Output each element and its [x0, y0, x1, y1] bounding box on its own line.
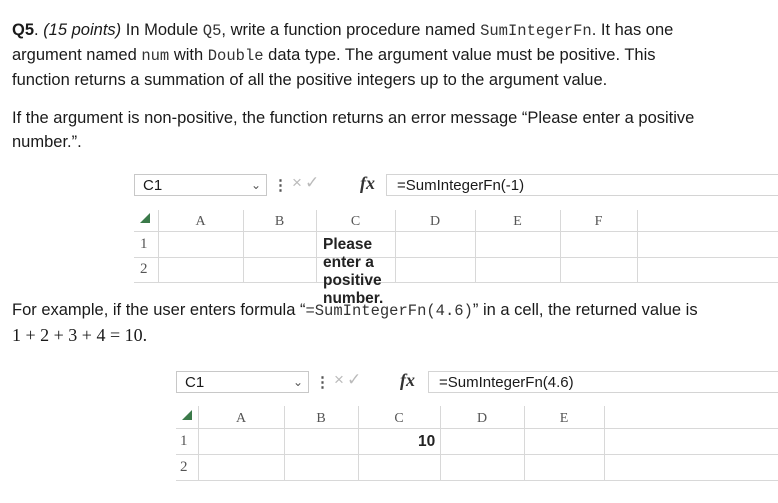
grid-line: [176, 480, 778, 481]
grid-line: [604, 406, 605, 480]
formula-bar[interactable]: =SumIntegerFn(4.6): [428, 371, 778, 393]
argument-name: num: [141, 47, 170, 65]
question-text: argument named: [12, 46, 142, 64]
example-math: 1 + 2 + 3 + 4 = 10.: [12, 325, 148, 345]
question-text: function returns a summation of all the …: [12, 71, 608, 89]
column-header-a[interactable]: A: [158, 214, 243, 230]
error-text: number.”.: [12, 133, 82, 151]
fx-icon[interactable]: fx: [360, 173, 375, 194]
question-points: (15 points): [43, 21, 122, 39]
question-text: . It has one: [591, 21, 674, 39]
column-header-e[interactable]: E: [524, 411, 604, 427]
example-text: ” in a cell, the returned value is: [472, 301, 698, 319]
chevron-down-icon[interactable]: ⌄: [293, 375, 303, 389]
column-header-c[interactable]: C: [316, 214, 395, 230]
column-header-c[interactable]: C: [358, 411, 440, 427]
example-text: For example, if the user enters formula …: [12, 301, 306, 319]
function-name: SumIntegerFn: [480, 22, 592, 40]
example-formula: =SumIntegerFn(4.6): [305, 302, 473, 320]
question-label: Q5: [12, 21, 35, 39]
question-paragraph: Q5. (15 points) In Module Q5, write a fu…: [12, 21, 674, 89]
cancel-icon[interactable]: ×: [292, 173, 305, 192]
column-header-d[interactable]: D: [440, 411, 524, 427]
column-header-d[interactable]: D: [395, 214, 475, 230]
error-paragraph: If the argument is non-positive, the fun…: [12, 106, 772, 154]
select-all-corner[interactable]: [140, 213, 150, 223]
question-text: In Module: [121, 21, 203, 39]
column-header-b[interactable]: B: [284, 411, 358, 427]
row-header-1[interactable]: 1: [140, 236, 148, 253]
fx-icon[interactable]: fx: [400, 370, 415, 391]
cell-c1-value[interactable]: 10: [418, 433, 435, 451]
column-header-a[interactable]: A: [198, 411, 284, 427]
more-icon: ⋮: [273, 177, 288, 194]
formula-bar[interactable]: =SumIntegerFn(-1): [386, 174, 778, 196]
name-box[interactable]: C1: [134, 174, 267, 196]
formula-text: =SumIntegerFn(-1): [397, 177, 525, 194]
name-box-value: C1: [185, 374, 205, 391]
row-header-2[interactable]: 2: [140, 261, 148, 278]
column-header-f[interactable]: F: [560, 214, 637, 230]
name-box-value: C1: [143, 177, 163, 194]
column-header-b[interactable]: B: [243, 214, 316, 230]
grid-line: [176, 454, 778, 455]
select-all-corner[interactable]: [182, 410, 192, 420]
question-text: with: [169, 46, 208, 64]
row-header-1[interactable]: 1: [180, 433, 188, 450]
data-type-name: Double: [207, 47, 264, 65]
error-text: If the argument is non-positive, the fun…: [12, 109, 695, 127]
name-box[interactable]: C1: [176, 371, 309, 393]
cancel-icon[interactable]: ×: [334, 370, 347, 389]
grid-line: [637, 210, 638, 282]
chevron-down-icon[interactable]: ⌄: [251, 178, 261, 192]
example-paragraph: For example, if the user enters formula …: [12, 298, 772, 348]
column-header-e[interactable]: E: [475, 214, 560, 230]
confirm-icon[interactable]: ✓: [305, 173, 322, 192]
formula-icons: ×✓: [334, 370, 364, 390]
grid-line: [134, 257, 778, 258]
formula-icons: ×✓: [292, 173, 322, 193]
question-text: data type. The argument value must be po…: [263, 46, 656, 64]
row-header-2[interactable]: 2: [180, 459, 188, 476]
more-icon: ⋮: [315, 374, 330, 391]
formula-text: =SumIntegerFn(4.6): [439, 374, 574, 391]
confirm-icon[interactable]: ✓: [347, 370, 364, 389]
module-name: Q5: [202, 22, 222, 40]
question-text: , write a function procedure named: [221, 21, 481, 39]
grid-line: [134, 282, 778, 283]
grid-line: [176, 428, 778, 429]
grid-line: [134, 231, 778, 232]
